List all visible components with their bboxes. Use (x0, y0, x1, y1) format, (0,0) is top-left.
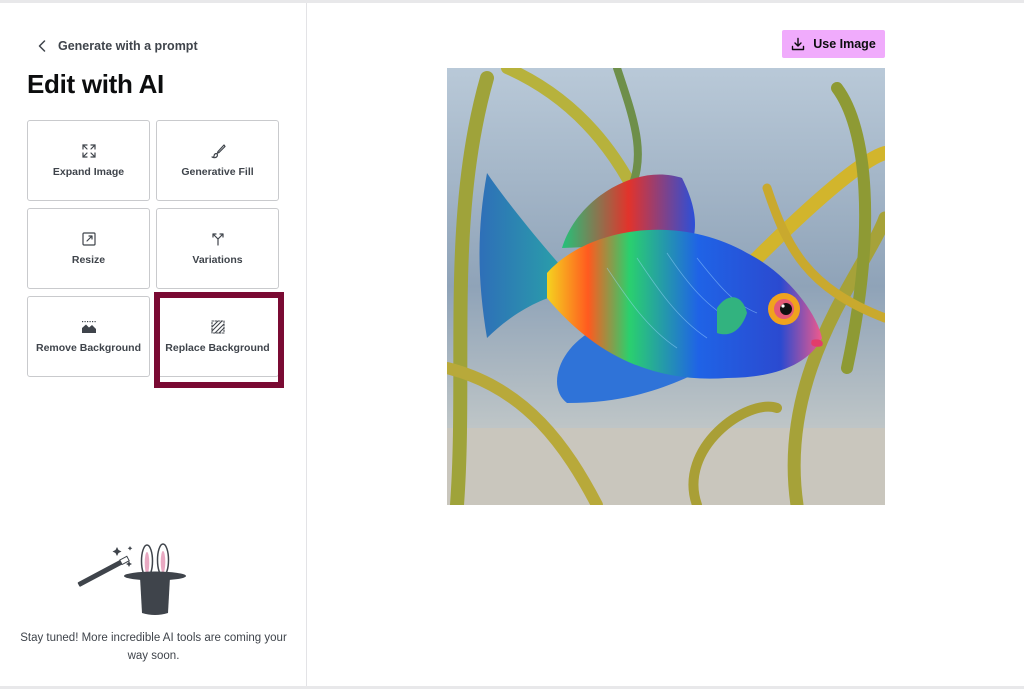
sidebar: Generate with a prompt Edit with AI Expa… (0, 3, 307, 686)
use-image-label: Use Image (813, 37, 876, 51)
use-image-button[interactable]: Use Image (782, 30, 885, 58)
tool-label: Replace Background (165, 342, 270, 354)
tool-expand-image[interactable]: Expand Image (27, 120, 150, 201)
tool-remove-background[interactable]: Remove Background (27, 296, 150, 377)
variations-icon (211, 233, 224, 246)
chevron-left-icon (38, 40, 46, 52)
fish-image (447, 68, 885, 505)
tool-label: Resize (71, 254, 106, 266)
brush-icon (210, 144, 226, 159)
tool-generative-fill[interactable]: Generative Fill (156, 120, 279, 201)
tool-label: Expand Image (52, 166, 125, 178)
main-panel: Use Image (308, 3, 1024, 686)
magic-hat-icon (77, 543, 186, 615)
download-icon (792, 37, 805, 51)
expand-icon (81, 144, 96, 158)
tool-label: Variations (192, 254, 243, 266)
promo-text: Stay tuned! More incredible AI tools are… (20, 632, 287, 662)
back-link-label: Generate with a prompt (58, 39, 198, 53)
back-to-generate-link[interactable]: Generate with a prompt (38, 36, 198, 56)
tool-replace-background[interactable]: Replace Background (156, 296, 279, 377)
generated-image (447, 68, 885, 505)
page-title: Edit with AI (27, 69, 164, 99)
replace-background-icon (210, 320, 225, 334)
tool-resize[interactable]: Resize (27, 208, 150, 289)
resize-icon (81, 232, 96, 246)
remove-background-icon (81, 321, 96, 333)
tool-variations[interactable]: Variations (156, 208, 279, 289)
tool-label: Generative Fill (181, 166, 254, 178)
tool-label: Remove Background (35, 342, 142, 354)
